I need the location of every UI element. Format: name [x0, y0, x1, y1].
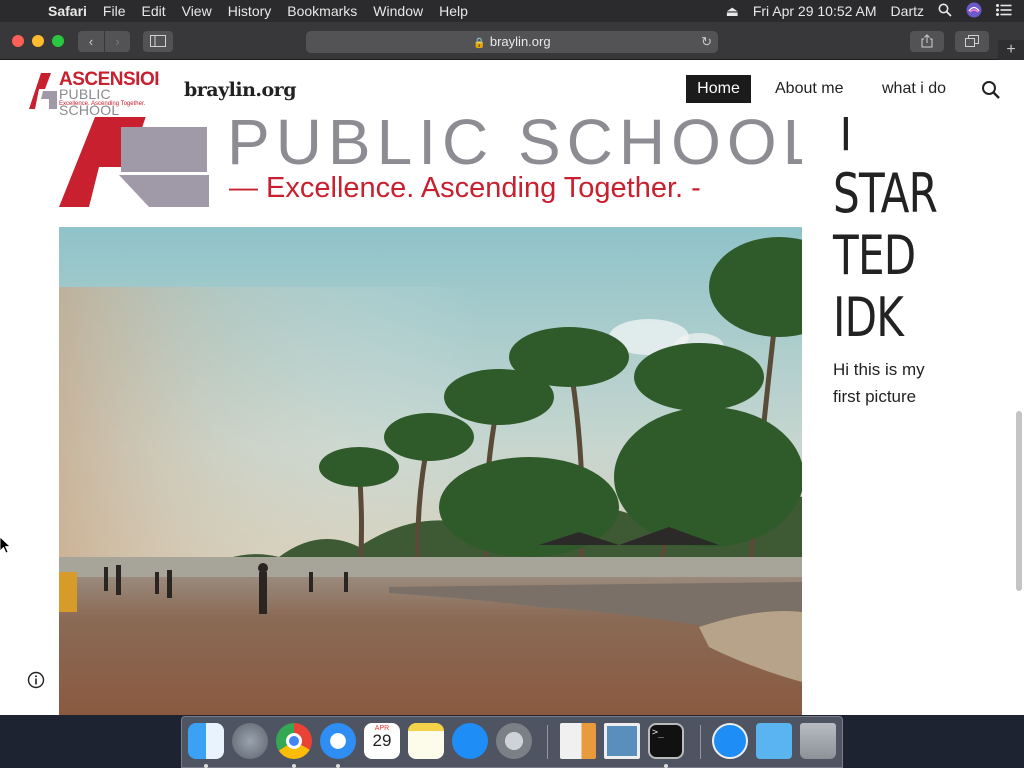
menu-history[interactable]: History [220, 3, 280, 19]
downloads-folder-icon[interactable] [756, 723, 792, 759]
siri-icon[interactable] [966, 2, 982, 21]
menubar-datetime[interactable]: Fri Apr 29 10:52 AM [753, 3, 877, 19]
menu-file[interactable]: File [95, 3, 134, 19]
preview-photo-icon[interactable] [604, 723, 640, 759]
terminal-running-indicator [664, 764, 668, 768]
info-icon[interactable] [27, 671, 45, 689]
launchpad-icon[interactable] [232, 723, 268, 759]
menu-bar: Safari File Edit View History Bookmarks … [0, 0, 1024, 22]
minimize-window-button[interactable] [32, 35, 44, 47]
system-preferences-icon[interactable] [496, 723, 532, 759]
post-excerpt: Hi this is my first picture [833, 360, 925, 406]
search-icon[interactable] [981, 80, 1001, 100]
forward-button[interactable]: › [105, 31, 130, 52]
new-tab-button[interactable]: + [998, 40, 1024, 60]
school-banner-logo-mark [59, 117, 209, 207]
spotlight-search-icon[interactable] [938, 3, 952, 20]
app-store-icon[interactable] [452, 723, 488, 759]
chevron-right-icon: › [115, 34, 120, 49]
post-title-line-3: TED [833, 224, 916, 287]
site-logo[interactable]: ASCENSIOI PUBLIC SCHOOL Excellence. Asce… [27, 69, 169, 118]
tabs-icon [965, 35, 979, 47]
notes-icon[interactable] [408, 723, 444, 759]
site-header: ASCENSIOI PUBLIC SCHOOL Excellence. Asce… [0, 61, 1024, 118]
nav-about-me[interactable]: About me [775, 75, 843, 103]
mouse-cursor-icon [0, 537, 10, 554]
menu-bookmarks[interactable]: Bookmarks [279, 3, 365, 19]
lock-icon: 🔒 [473, 38, 486, 49]
spreadsheet-document-icon[interactable] [560, 723, 596, 759]
sidebar-icon [150, 35, 166, 47]
share-button[interactable] [910, 31, 944, 52]
dock-separator [547, 725, 548, 759]
chevron-left-icon: ‹ [88, 34, 94, 49]
menubar-user[interactable]: Dartz [891, 3, 924, 19]
menu-view[interactable]: View [174, 3, 220, 19]
beach-photo [59, 227, 802, 715]
tab-overview-button[interactable] [955, 31, 989, 52]
web-page: ASCENSIOI PUBLIC SCHOOL Excellence. Asce… [0, 61, 1024, 715]
calendar-icon[interactable]: APR 29 [364, 723, 400, 759]
dock: APR 29 >_ [181, 716, 843, 768]
terminal-icon[interactable]: >_ [648, 723, 684, 759]
back-button[interactable]: ‹ [78, 31, 104, 52]
app-store-download-icon[interactable] [712, 723, 748, 759]
post-title-line-4: IDK [833, 286, 904, 349]
address-bar[interactable]: 🔒 braylin.org ↻ [306, 31, 718, 53]
school-banner-image: PUBLIC SCHOOL — Excellence. Ascending To… [59, 117, 802, 207]
zoom-window-button[interactable] [52, 35, 64, 47]
dock-separator-2 [700, 725, 701, 759]
sidebar-toggle-button[interactable] [143, 31, 173, 52]
banner-line-2: — Excellence. Ascending Together. - [229, 172, 701, 204]
page-scrollbar[interactable] [1016, 411, 1022, 591]
menubar-status-area: ⏏ Fri Apr 29 10:52 AM Dartz [726, 0, 1024, 22]
post-title: T STAR TED IDK [833, 101, 938, 349]
menu-app-name[interactable]: Safari [40, 3, 95, 19]
safari-icon[interactable] [320, 723, 356, 759]
trash-icon[interactable] [800, 723, 836, 759]
banner-line-1: PUBLIC SCHOOL [227, 117, 802, 178]
finder-icon[interactable] [188, 723, 224, 759]
safari-window: ‹ › 🔒 braylin.org ↻ + ASCENSIOI PUBLIC S… [0, 22, 1024, 715]
nav-what-i-do[interactable]: what i do [882, 75, 946, 103]
logo-tagline: Excellence. Ascending Together. [59, 101, 146, 107]
safari-running-indicator [336, 764, 340, 768]
chrome-running-indicator [292, 764, 296, 768]
browser-toolbar: ‹ › 🔒 braylin.org ↻ + [0, 22, 1024, 60]
address-bar-url: braylin.org [489, 34, 551, 49]
chrome-icon[interactable] [276, 723, 312, 759]
share-icon [921, 34, 933, 48]
school-logo-mark-icon [29, 73, 57, 109]
nav-home[interactable]: Home [686, 75, 751, 103]
reload-icon[interactable]: ↻ [701, 31, 712, 53]
finder-running-indicator [204, 764, 208, 768]
site-title[interactable]: braylin.org [184, 79, 296, 101]
post-title-line-2: STAR [833, 162, 938, 225]
menu-help[interactable]: Help [431, 3, 476, 19]
menu-window[interactable]: Window [365, 3, 431, 19]
calendar-day: 29 [372, 731, 392, 750]
menu-edit[interactable]: Edit [133, 3, 173, 19]
control-center-icon[interactable] [996, 3, 1012, 19]
eject-icon[interactable]: ⏏ [726, 3, 739, 20]
close-window-button[interactable] [12, 35, 24, 47]
